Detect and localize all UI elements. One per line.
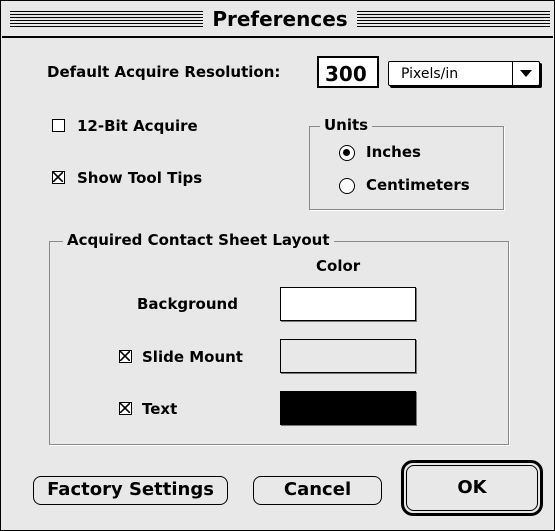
text-label: Text — [142, 400, 178, 418]
background-label: Background — [137, 295, 238, 313]
slide-mount-label: Slide Mount — [142, 348, 243, 366]
tooltips-label: Show Tool Tips — [77, 169, 203, 187]
slide-mount-color-swatch[interactable] — [280, 339, 416, 373]
centimeters-label: Centimeters — [366, 176, 470, 194]
text-color-swatch[interactable] — [280, 391, 416, 425]
ok-button[interactable]: OK — [406, 465, 538, 511]
bit12-label: 12-Bit Acquire — [77, 117, 198, 135]
resolution-input[interactable]: 300 — [317, 56, 379, 88]
select-divider — [512, 62, 513, 85]
inches-radio[interactable] — [339, 145, 355, 161]
chevron-down-icon — [520, 70, 532, 77]
window-title: Preferences — [203, 5, 357, 33]
background-color-swatch[interactable] — [280, 287, 416, 321]
resolution-unit-select[interactable]: Pixels/in — [388, 61, 540, 86]
tooltips-checkbox[interactable] — [52, 171, 65, 184]
units-group — [309, 126, 504, 210]
inches-label: Inches — [366, 143, 421, 161]
units-group-title: Units — [320, 115, 373, 135]
contact-sheet-title: Acquired Contact Sheet Layout — [63, 230, 334, 250]
slide-mount-checkbox[interactable] — [119, 350, 132, 363]
check-x-icon — [53, 172, 63, 182]
contact-sheet-group — [49, 241, 509, 445]
resolution-unit-value: Pixels/in — [401, 66, 459, 82]
title-bar[interactable]: Preferences — [2, 2, 553, 38]
bit12-checkbox[interactable] — [52, 119, 65, 132]
color-header: Color — [316, 257, 361, 275]
text-checkbox[interactable] — [119, 402, 132, 415]
check-x-icon — [120, 351, 130, 361]
centimeters-radio[interactable] — [339, 178, 355, 194]
resolution-label: Default Acquire Resolution: — [47, 63, 281, 81]
check-x-icon — [120, 403, 130, 413]
factory-settings-button[interactable]: Factory Settings — [33, 476, 228, 505]
radio-selected-dot — [343, 149, 350, 156]
cancel-button[interactable]: Cancel — [253, 476, 382, 505]
